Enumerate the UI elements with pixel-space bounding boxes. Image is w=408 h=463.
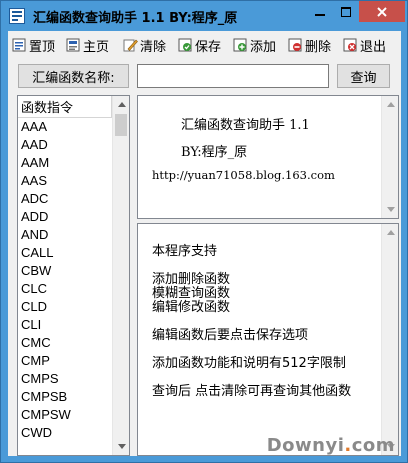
- delete-label: 删除: [305, 39, 332, 55]
- list-item[interactable]: CALL: [18, 244, 112, 262]
- notes-line-5: 编辑函数后要点击保存选项: [152, 328, 309, 343]
- add-icon: [233, 38, 247, 52]
- function-list[interactable]: 函数指令 AAA AAD AAM AAS ADC ADD AND CALL CBW CLC CLD C…: [17, 95, 130, 456]
- minimize-button[interactable]: [307, 1, 333, 22]
- watermark-main: Downyi: [266, 435, 345, 456]
- clear-button[interactable]: 清除: [122, 35, 166, 55]
- close-button[interactable]: [359, 1, 405, 22]
- list-item[interactable]: CBW: [18, 262, 112, 280]
- window-title: 汇编函数查询助手 1.1 BY:程序_原: [33, 11, 238, 26]
- client-area: 置顶 主页 清除 保存 添加 删除 退出 汇编函数名称: 查询 函数指令 AAA…: [8, 31, 401, 456]
- list-item[interactable]: CWD: [18, 424, 112, 442]
- pin-icon: [12, 38, 26, 52]
- save-button[interactable]: 保存: [177, 35, 221, 55]
- notes-line-6: 添加函数功能和说明有512字限制: [152, 356, 346, 371]
- chevron-down-icon: [117, 444, 126, 449]
- maximize-button[interactable]: [333, 1, 359, 22]
- list-item[interactable]: CMPSB: [18, 388, 112, 406]
- title-bar[interactable]: 汇编函数查询助手 1.1 BY:程序_原: [1, 1, 407, 31]
- add-button[interactable]: 添加: [232, 35, 276, 55]
- about-scroll-up[interactable]: [382, 96, 398, 113]
- notes-panel[interactable]: 本程序支持 添加删除函数 模糊查询函数 编辑修改函数 编辑函数后要点击保存选项 …: [137, 223, 399, 456]
- scroll-down-button[interactable]: [113, 438, 129, 455]
- scroll-thumb[interactable]: [115, 114, 127, 136]
- maximize-icon: [341, 6, 351, 17]
- list-item[interactable]: CLC: [18, 280, 112, 298]
- list-item[interactable]: AAA: [18, 118, 112, 136]
- notes-scroll-up[interactable]: [382, 224, 398, 241]
- list-item[interactable]: CMP: [18, 352, 112, 370]
- about-scroll-down[interactable]: [382, 201, 398, 218]
- clear-label: 清除: [140, 39, 167, 55]
- chevron-up-icon: [386, 230, 395, 235]
- scroll-up-button[interactable]: [113, 96, 129, 113]
- list-item[interactable]: CMC: [18, 334, 112, 352]
- notes-line-1: 本程序支持: [152, 244, 218, 259]
- about-author: BY:程序_原: [181, 145, 248, 160]
- chevron-down-icon: [386, 207, 395, 212]
- notes-line-7: 查询后 点击清除可再查询其他函数: [152, 384, 352, 399]
- list-item[interactable]: CLD: [18, 298, 112, 316]
- list-item[interactable]: AAS: [18, 172, 112, 190]
- list-item[interactable]: CMPSW: [18, 406, 112, 424]
- home-icon: [66, 38, 80, 52]
- list-item[interactable]: ADC: [18, 190, 112, 208]
- list-item[interactable]: CLI: [18, 316, 112, 334]
- home-button[interactable]: 主页: [65, 35, 109, 55]
- notes-scrollbar[interactable]: [381, 224, 398, 455]
- pin-button[interactable]: 置顶: [11, 35, 55, 55]
- minimize-icon: [315, 13, 325, 16]
- notes-line-4: 编辑修改函数: [152, 300, 231, 315]
- pin-label: 置顶: [29, 39, 56, 55]
- watermark-dot: .: [344, 435, 352, 456]
- chevron-up-icon: [117, 102, 126, 107]
- add-label: 添加: [250, 39, 277, 55]
- app-icon: [9, 8, 25, 24]
- save-icon: [178, 38, 192, 52]
- app-window: 汇编函数查询助手 1.1 BY:程序_原 置顶 主页 清除 保存 添加 删除 退…: [0, 0, 408, 463]
- save-label: 保存: [195, 39, 222, 55]
- list-item[interactable]: AAM: [18, 154, 112, 172]
- toolbar: 置顶 主页 清除 保存 添加 删除 退出: [8, 31, 401, 59]
- about-scrollbar[interactable]: [381, 96, 398, 218]
- list-column-header[interactable]: 函数指令: [18, 96, 112, 118]
- about-url: http://yuan71058.blog.163.com: [152, 168, 335, 182]
- list-item[interactable]: AAD: [18, 136, 112, 154]
- exit-label: 退出: [360, 39, 387, 55]
- eraser-icon: [123, 39, 138, 52]
- delete-icon: [288, 38, 302, 52]
- home-label: 主页: [83, 39, 110, 55]
- search-row: 汇编函数名称: 查询: [8, 61, 401, 91]
- function-name-label: 汇编函数名称:: [18, 64, 129, 88]
- list-item[interactable]: AND: [18, 226, 112, 244]
- function-name-input[interactable]: [137, 64, 329, 88]
- exit-button[interactable]: 退出: [342, 35, 386, 55]
- list-item[interactable]: CMPS: [18, 370, 112, 388]
- list-items: AAA AAD AAM AAS ADC ADD AND CALL CBW CLC CLD CLI CMC…: [18, 118, 112, 442]
- query-button[interactable]: 查询: [337, 64, 390, 88]
- watermark-logo: Downyi.com: [267, 435, 395, 456]
- watermark-tail: com: [351, 435, 395, 456]
- about-title: 汇编函数查询助手 1.1: [181, 118, 310, 133]
- close-icon: [377, 6, 387, 17]
- list-item[interactable]: ADD: [18, 208, 112, 226]
- about-panel[interactable]: 汇编函数查询助手 1.1 BY:程序_原 http://yuan71058.bl…: [137, 95, 399, 219]
- chevron-up-icon: [386, 102, 395, 107]
- list-scrollbar[interactable]: [112, 96, 129, 455]
- delete-button[interactable]: 删除: [287, 35, 331, 55]
- exit-icon: [343, 38, 357, 52]
